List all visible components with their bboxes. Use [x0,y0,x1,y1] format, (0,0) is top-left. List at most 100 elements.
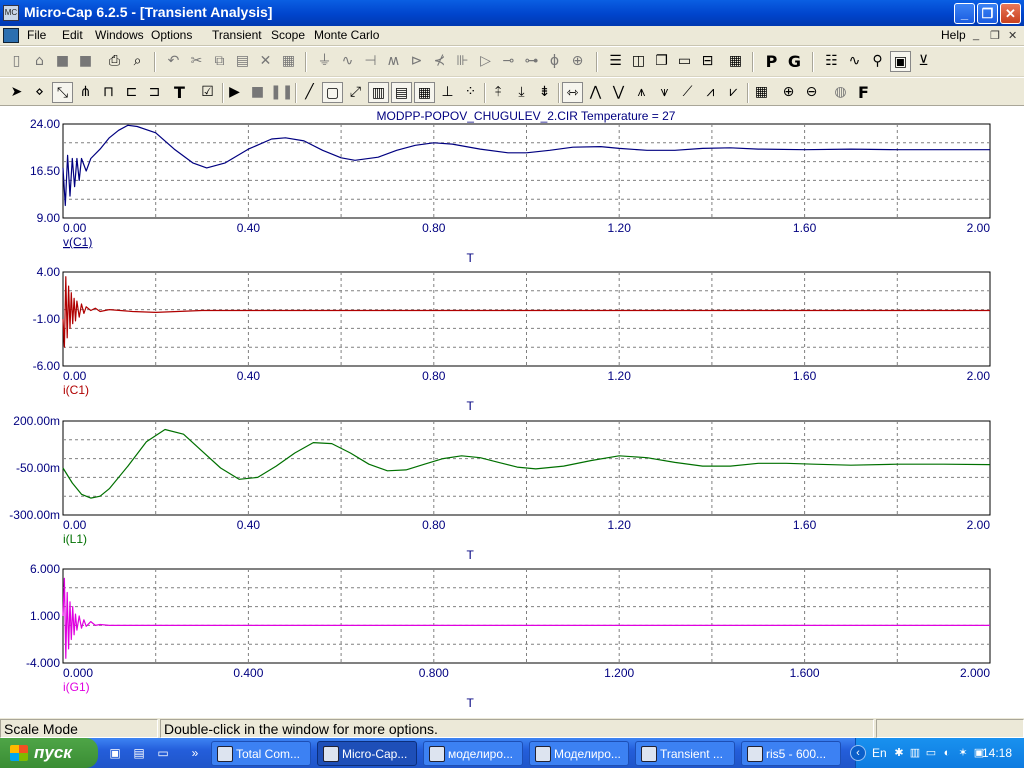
menu-monte-carlo[interactable]: Monte Carlo [314,28,379,42]
tray-expand-icon[interactable]: ‹ [850,745,866,761]
menu-help[interactable]: Help [941,28,966,42]
minor-grid-icon[interactable]: ▤ [391,82,412,103]
cut-icon[interactable]: ✂ [186,51,207,72]
cascade-icon[interactable]: ❐ [651,51,672,72]
diode-icon[interactable]: ⊳ [406,51,427,72]
minimize-button[interactable]: _ [954,3,975,24]
zoom-in-icon[interactable]: ⊕ [778,82,799,103]
start-button[interactable]: пуск [0,738,98,768]
vi-display-icon[interactable]: ⊻ [913,51,934,72]
node-icon[interactable]: ⊕ [567,51,588,72]
undo-icon[interactable]: ↶ [163,51,184,72]
task-folder[interactable]: моделиро... [423,741,523,766]
menu-edit[interactable]: Edit [62,28,83,42]
stop-icon[interactable]: ■ [247,82,268,103]
new-file-icon[interactable]: ▯ [6,51,27,72]
component-list-icon[interactable]: ☷ [821,51,842,72]
save-all-icon[interactable]: ■ [75,51,96,72]
task-micro-cap[interactable]: Micro-Cap... [317,741,417,766]
quicklaunch-folder-icon[interactable]: ▭ [154,744,172,762]
copy-icon[interactable]: ⧉ [209,51,230,72]
calculator-icon[interactable]: ▦ [725,51,746,72]
transient-plots[interactable]: MODPP-POPOV_CHUGULEV_2.CIR Temperature =… [0,106,1024,717]
cursor-mode-icon[interactable]: ⋔ [75,82,96,103]
source-icon[interactable]: ⊶ [521,51,542,72]
delete-icon[interactable]: ✕ [255,51,276,72]
task-paint[interactable]: ris5 - 600... [741,741,841,766]
switch-icon[interactable]: ⊸ [498,51,519,72]
tile-horizontal-icon[interactable]: ☰ [605,51,626,72]
p-button[interactable]: P [761,51,782,72]
tray-antivirus-icon[interactable]: ✶ [956,746,970,760]
properties-icon[interactable]: ☑ [197,82,218,103]
print-preview-icon[interactable]: ⌕ [127,51,148,72]
menu-transient[interactable]: Transient [212,28,262,42]
menu-windows[interactable]: Windows [95,28,144,42]
print-icon[interactable]: ⎙ [104,51,125,72]
go-to-x-icon[interactable]: ⤉ [488,82,509,103]
task-total-commander[interactable]: Total Com... [211,741,311,766]
component-mode-icon[interactable]: ⋄ [29,82,50,103]
plot-area[interactable]: MODPP-POPOV_CHUGULEV_2.CIR Temperature =… [0,106,1024,717]
next-point-icon[interactable]: ⇟ [534,82,555,103]
animate-icon[interactable]: ◍ [830,82,851,103]
quicklaunch-more-icon[interactable]: » [186,744,204,762]
tile-vertical-icon[interactable]: ◫ [628,51,649,72]
point-tag-icon[interactable]: ⊓ [98,82,119,103]
vertical-tag-icon[interactable]: ⊐ [144,82,165,103]
quicklaunch-save-icon[interactable]: ▣ [106,744,124,762]
next-simulation-icon[interactable]: ⇿ [562,82,583,103]
select-arrow-icon[interactable]: ➤ [6,82,27,103]
run-icon[interactable]: ▶ [224,82,245,103]
g-button[interactable]: G [784,51,805,72]
data-points-icon[interactable]: ⁘ [460,82,481,103]
tray-bug-icon[interactable]: ✱ [892,746,906,760]
tray-monitor-icon[interactable]: ▭ [924,746,938,760]
tray-network-icon[interactable]: ▥ [908,746,922,760]
grid-icon[interactable]: ▥ [368,82,389,103]
scope-view-icon[interactable]: ▣ [890,51,911,72]
mdi-close-button[interactable]: ✕ [1008,29,1017,42]
low-icon[interactable]: ⩛ [654,82,675,103]
battery-icon[interactable]: ⊪ [452,51,473,72]
split-window-icon[interactable]: ⊟ [697,51,718,72]
global-low-icon[interactable]: ⩗ [723,82,744,103]
inductor-icon[interactable]: ʍ [383,51,404,72]
pause-icon[interactable]: ❚❚ [270,82,293,103]
language-indicator[interactable]: En [872,746,887,760]
document-icon[interactable] [3,28,19,43]
open-file-icon[interactable]: ⌂ [29,51,50,72]
valley-icon[interactable]: ⋁ [608,82,629,103]
inflection-icon[interactable]: ⟋ [677,82,698,103]
menu-file[interactable]: File [27,28,46,42]
numeric-output-icon[interactable]: ▦ [751,82,772,103]
scale-mode-icon[interactable]: ⤡ [52,82,73,103]
quicklaunch-app-icon[interactable]: ▤ [130,744,148,762]
transistor-icon[interactable]: ⊀ [429,51,450,72]
peak-icon[interactable]: ⋀ [585,82,606,103]
high-icon[interactable]: ⩚ [631,82,652,103]
horizontal-tag-icon[interactable]: ⊏ [121,82,142,103]
zoom-out-icon[interactable]: ⊖ [801,82,822,103]
opamp-icon[interactable]: ▷ [475,51,496,72]
mdi-restore-button[interactable]: ❐ [990,29,1000,42]
go-to-y-icon[interactable]: ⤓ [511,82,532,103]
save-icon[interactable]: ■ [52,51,73,72]
text-button[interactable]: T [169,82,190,103]
ground-icon[interactable]: ⏚ [314,51,335,72]
grid-dense-icon[interactable]: ▦ [414,82,435,103]
line-icon[interactable]: ╱ [299,82,320,103]
tray-volume-icon[interactable]: ◐ [940,746,954,760]
axis-icon[interactable]: ⊥ [437,82,458,103]
phase-icon[interactable]: ϕ [544,51,565,72]
restore-button[interactable]: ❐ [977,3,998,24]
close-button[interactable]: ✕ [1000,3,1021,24]
window-icon[interactable]: ▭ [674,51,695,72]
f-button[interactable]: F [853,82,874,103]
select-all-icon[interactable]: ▦ [278,51,299,72]
app-icon[interactable]: MC [3,5,19,21]
task-word[interactable]: Моделиро... [529,741,629,766]
global-high-icon[interactable]: ⩘ [700,82,721,103]
paste-icon[interactable]: ▤ [232,51,253,72]
waveform-icon[interactable]: ∿ [844,51,865,72]
